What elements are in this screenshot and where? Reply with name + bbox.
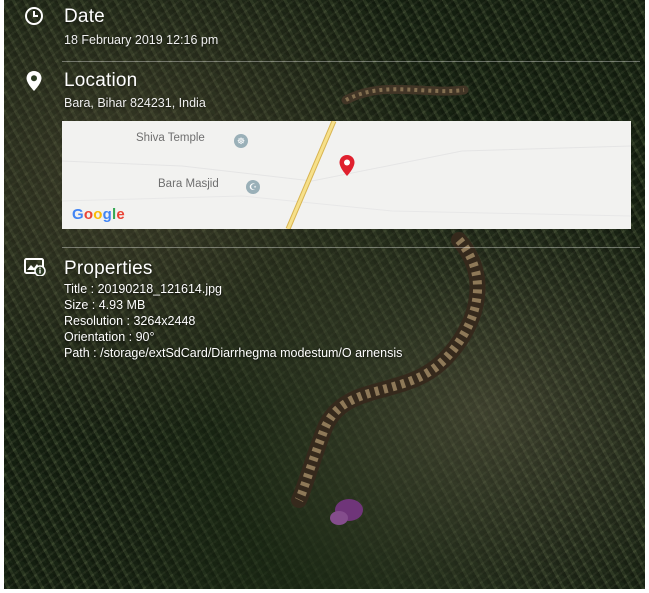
mosque-icon: ☪	[246, 180, 260, 194]
location-address: Bara, Bihar 824231, India	[64, 96, 206, 110]
location-map[interactable]: Shiva Temple ☸ Bara Masjid ☪ Google	[62, 121, 631, 229]
property-resolution: Resolution : 3264x2448	[64, 314, 196, 328]
property-path: Path : /storage/extSdCard/Diarrhegma mod…	[64, 346, 403, 360]
property-size: Size : 4.93 MB	[64, 298, 146, 312]
clock-icon	[25, 7, 43, 25]
map-poi-label: Shiva Temple	[136, 132, 205, 144]
map-marker-icon	[339, 155, 355, 176]
divider	[62, 61, 640, 62]
image-info-icon	[24, 258, 46, 276]
map-poi-label: Bara Masjid	[158, 178, 219, 190]
date-value: 18 February 2019 12:16 pm	[64, 33, 219, 47]
location-heading: Location	[64, 70, 138, 91]
property-orientation: Orientation : 90°	[64, 330, 155, 344]
location-pin-icon	[26, 71, 42, 91]
properties-heading: Properties	[64, 258, 153, 279]
google-logo: Google	[72, 206, 125, 223]
property-title: Title : 20190218_121614.jpg	[64, 282, 223, 296]
temple-icon: ☸	[234, 134, 248, 148]
date-heading: Date	[64, 6, 105, 27]
divider	[62, 247, 640, 248]
